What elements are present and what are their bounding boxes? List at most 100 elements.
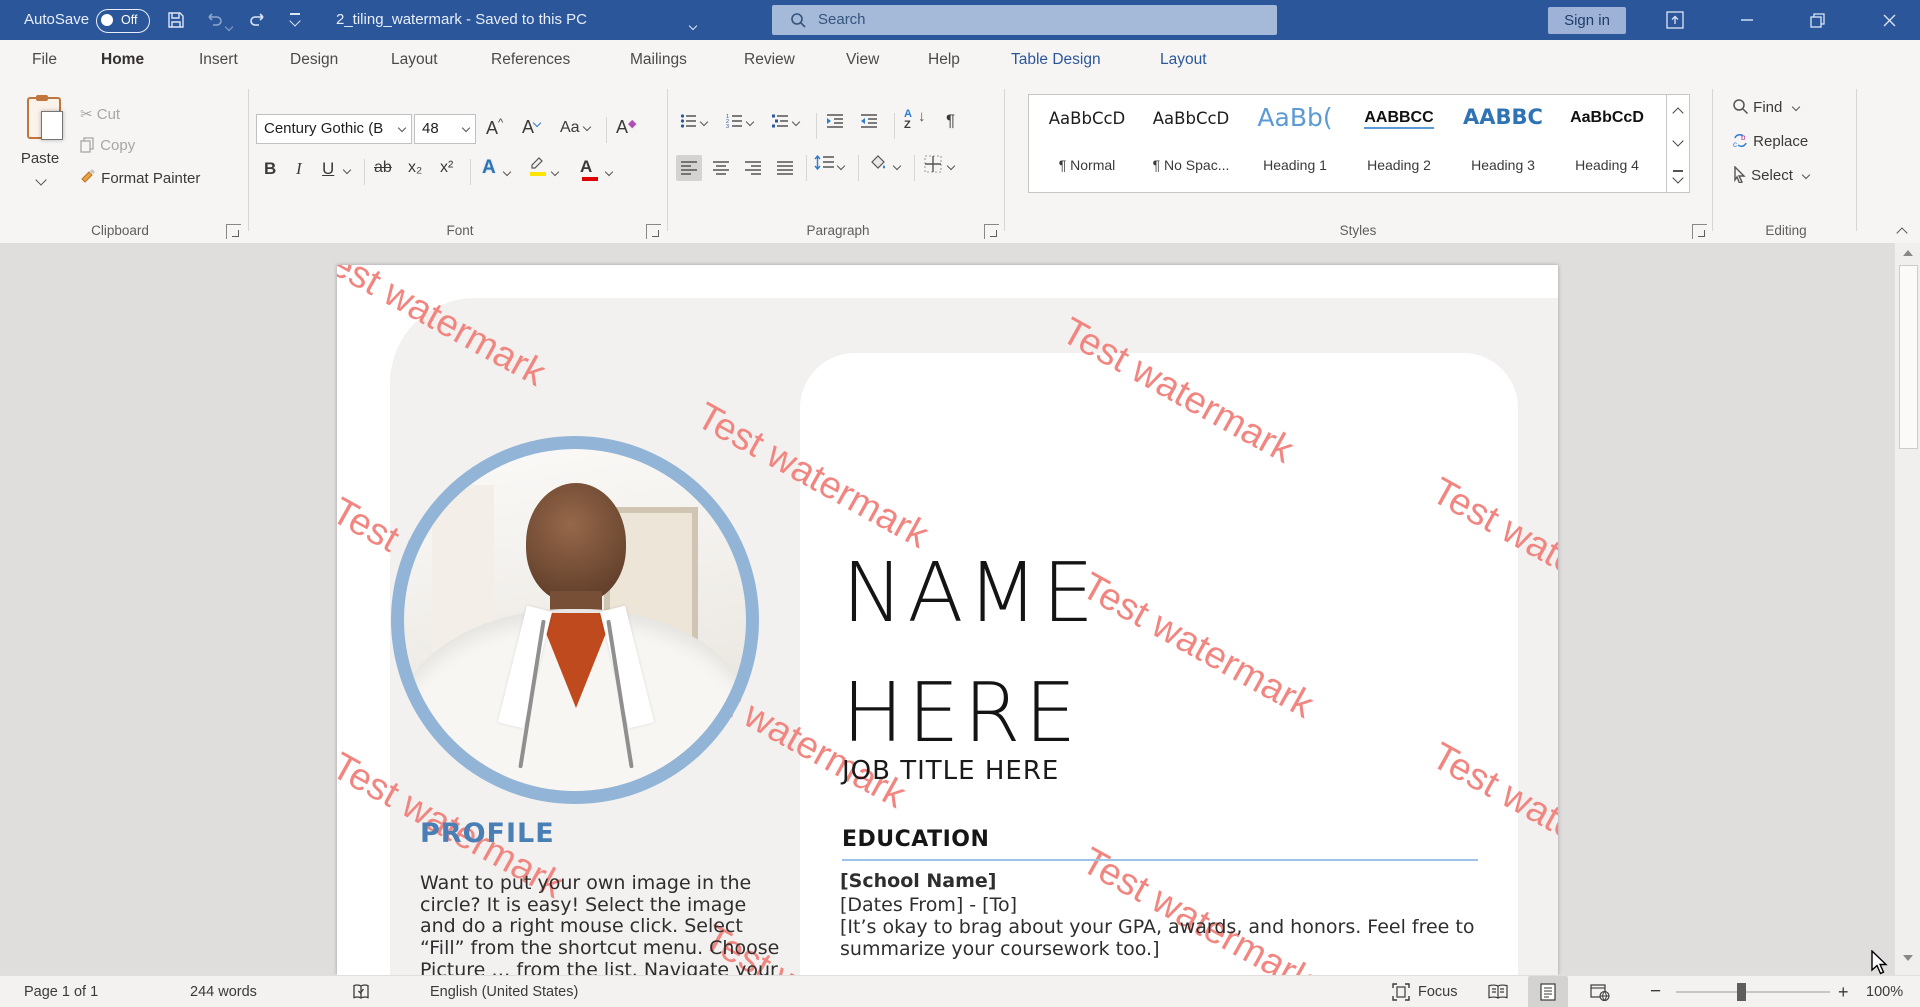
word-count[interactable]: 244 words <box>190 984 257 1000</box>
text-effects-dropdown-icon[interactable] <box>503 168 511 176</box>
tab-home[interactable]: Home <box>101 51 144 69</box>
style-heading1[interactable]: AaBb( Heading 1 <box>1245 95 1345 192</box>
text-effects-button[interactable]: A <box>482 157 496 179</box>
document-area[interactable]: Test watermark Test watermark Test water… <box>0 243 1920 975</box>
education-dates[interactable]: [Dates From] - [To] <box>840 895 1017 916</box>
borders-button[interactable] <box>924 155 942 173</box>
style-heading3[interactable]: AABBC Heading 3 <box>1453 95 1553 192</box>
styles-scroll-down[interactable] <box>1666 127 1689 159</box>
numbering-button[interactable]: 123 <box>726 113 743 129</box>
document-page[interactable]: Test watermark Test watermark Test water… <box>337 265 1558 975</box>
autosave-toggle[interactable]: Off <box>96 9 150 33</box>
focus-label[interactable]: Focus <box>1418 984 1458 1000</box>
tab-layout-contextual[interactable]: Layout <box>1160 51 1207 69</box>
font-color-button[interactable]: A <box>580 157 592 177</box>
shrink-font-button[interactable]: A <box>522 117 540 138</box>
decrease-indent-button[interactable] <box>826 113 844 129</box>
select-button[interactable]: Select <box>1732 166 1809 184</box>
education-heading[interactable]: EDUCATION <box>842 829 989 850</box>
save-icon[interactable] <box>166 10 188 32</box>
tab-file[interactable]: File <box>32 51 57 69</box>
styles-scroll-up[interactable] <box>1666 95 1689 127</box>
pilcrow-button[interactable]: ¶ <box>946 111 955 131</box>
style-heading2[interactable]: AABBCC Heading 2 <box>1349 95 1449 192</box>
education-school[interactable]: [School Name] <box>840 871 996 892</box>
tab-layout[interactable]: Layout <box>391 51 438 69</box>
tab-help[interactable]: Help <box>928 51 960 69</box>
redo-icon[interactable] <box>248 10 270 32</box>
profile-line[interactable]: Picture … from the list. Navigate your <box>420 960 778 975</box>
zoom-level[interactable]: 100% <box>1866 984 1903 1000</box>
close-button[interactable] <box>1872 0 1906 40</box>
scrollbar-thumb[interactable] <box>1899 265 1918 449</box>
tab-insert[interactable]: Insert <box>199 51 238 69</box>
find-button[interactable]: Find <box>1732 98 1799 116</box>
change-case-button[interactable]: Aa <box>560 119 590 137</box>
web-layout-button[interactable] <box>1580 976 1620 1007</box>
zoom-in-button[interactable]: + <box>1838 982 1849 1003</box>
document-title[interactable]: 2_tiling_watermark - Saved to this PC <box>336 11 587 28</box>
paste-button[interactable]: Paste <box>12 90 68 210</box>
format-painter-button[interactable]: Format Painter <box>80 169 200 187</box>
vertical-scrollbar[interactable] <box>1894 243 1920 975</box>
styles-more-button[interactable] <box>1666 159 1689 192</box>
restore-button[interactable] <box>1800 0 1834 40</box>
style-no-spacing[interactable]: AaBbCcD ¶ No Spac... <box>1141 95 1241 192</box>
shading-button[interactable] <box>868 153 888 173</box>
multilevel-list-button[interactable] <box>772 113 789 129</box>
print-layout-button[interactable] <box>1528 976 1568 1007</box>
highlight-dropdown-icon[interactable] <box>551 168 559 176</box>
align-right-button[interactable] <box>740 155 766 181</box>
bold-button[interactable]: B <box>264 159 276 179</box>
style-normal[interactable]: AaBbCcD ¶ Normal <box>1037 95 1137 192</box>
align-center-button[interactable] <box>708 155 734 181</box>
name-line1[interactable]: NAME <box>842 553 1098 635</box>
zoom-out-button[interactable]: − <box>1650 981 1661 1003</box>
read-mode-button[interactable] <box>1478 976 1518 1007</box>
education-desc-line[interactable]: [It’s okay to brag about your GPA, award… <box>840 917 1474 938</box>
align-left-button[interactable] <box>676 155 702 181</box>
tab-design[interactable]: Design <box>290 51 338 69</box>
profile-photo[interactable] <box>391 436 759 804</box>
name-line2[interactable]: HERE <box>842 673 1080 755</box>
tab-table-design[interactable]: Table Design <box>1011 51 1101 69</box>
page-info[interactable]: Page 1 of 1 <box>24 984 98 1000</box>
tab-view[interactable]: View <box>846 51 879 69</box>
tab-mailings[interactable]: Mailings <box>630 51 687 69</box>
clipboard-dialog-launcher[interactable] <box>226 224 241 239</box>
collapse-ribbon-icon[interactable] <box>1896 227 1907 238</box>
shading-dropdown-icon[interactable] <box>893 162 901 170</box>
copy-button[interactable]: Copy <box>80 137 135 154</box>
scroll-down-arrow[interactable] <box>1903 955 1913 961</box>
profile-line[interactable]: Want to put your own image in the <box>420 873 751 894</box>
language-indicator[interactable]: English (United States) <box>430 984 578 1000</box>
line-spacing-button[interactable] <box>814 155 834 172</box>
superscript-button[interactable]: x² <box>440 159 453 177</box>
job-title[interactable]: JOB TITLE HERE <box>842 761 1059 782</box>
proofing-icon[interactable] <box>352 983 370 1001</box>
justify-button[interactable] <box>772 155 798 181</box>
grow-font-button[interactable]: A^ <box>486 117 503 139</box>
profile-line[interactable]: circle? It is easy! Select the image <box>420 895 746 916</box>
borders-dropdown-icon[interactable] <box>947 162 955 170</box>
replace-button[interactable]: bc Replace <box>1732 132 1808 150</box>
scroll-up-arrow[interactable] <box>1903 250 1913 256</box>
education-desc-line[interactable]: summarize your coursework too.] <box>840 939 1160 960</box>
font-size-combobox[interactable]: 48 <box>414 114 476 144</box>
clear-formatting-button[interactable]: A◆ <box>616 117 636 138</box>
multilevel-dropdown-icon[interactable] <box>792 118 800 126</box>
focus-icon[interactable] <box>1392 983 1410 1001</box>
font-color-dropdown-icon[interactable] <box>605 168 613 176</box>
paragraph-dialog-launcher[interactable] <box>984 224 999 239</box>
italic-button[interactable]: I <box>296 159 302 179</box>
tab-references[interactable]: References <box>491 51 570 69</box>
font-dialog-launcher[interactable] <box>646 224 661 239</box>
profile-line[interactable]: and do a right mouse click. Select <box>420 916 743 937</box>
title-dropdown-icon[interactable] <box>690 16 712 38</box>
sign-in-button[interactable]: Sign in <box>1548 7 1626 34</box>
numbering-dropdown-icon[interactable] <box>746 118 754 126</box>
ribbon-display-options-icon[interactable] <box>1658 0 1692 40</box>
styles-dialog-launcher[interactable] <box>1692 224 1707 239</box>
strikethrough-button[interactable]: ab <box>374 159 392 177</box>
profile-line[interactable]: “Fill” from the shortcut menu. Choose <box>420 938 779 959</box>
